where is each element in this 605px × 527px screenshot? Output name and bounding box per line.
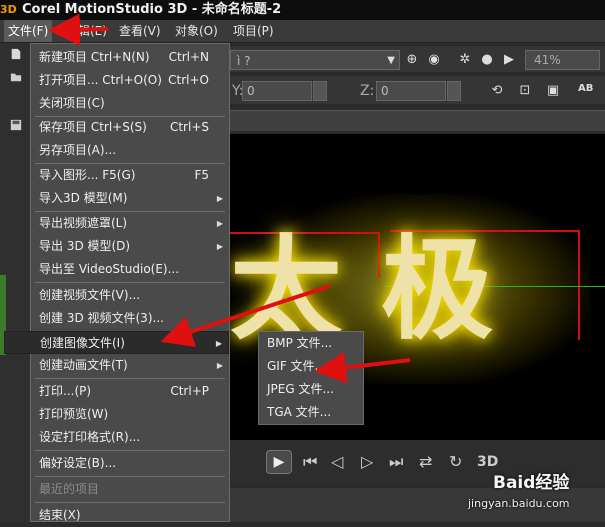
menu-item-print-preview[interactable]: 打印预览(W) <box>31 403 229 426</box>
submenu-item-tga[interactable]: TGA 文件... <box>259 401 363 424</box>
image-file-submenu: BMP 文件... GIF 文件... JPEG 文件... TGA 文件... <box>258 331 364 425</box>
text-ab-icon[interactable]: AB <box>578 82 593 96</box>
menu-bar: 文件(F) 编辑(E) 查看(V) 对象(O) 项目(P) <box>0 20 605 43</box>
submenu-arrow-icon: ▶ <box>216 219 223 228</box>
submenu-arrow-icon: ▶ <box>216 194 223 203</box>
menu-file[interactable]: 文件(F) <box>4 20 53 42</box>
menu-item-export-videostudio[interactable]: 导出至 VideoStudio(E)... <box>31 258 229 281</box>
watermark-logo: Baid经验 <box>493 473 570 493</box>
play-button[interactable]: ▶ <box>266 450 292 474</box>
eye-icon[interactable]: ◉ <box>427 53 441 67</box>
menu-item-create-3d-video-file[interactable]: 创建 3D 视频文件(3)... <box>31 307 229 330</box>
submenu-arrow-icon: ▶ <box>215 339 222 348</box>
menu-view[interactable]: 查看(V) <box>115 20 165 42</box>
menu-item-import-3d-model[interactable]: 导入3D 模型(M) ▶ <box>31 187 229 210</box>
submenu-item-gif[interactable]: GIF 文件... <box>259 355 363 378</box>
chevron-down-icon: ▼ <box>387 55 395 66</box>
menu-separator <box>35 502 225 503</box>
submenu-arrow-icon: ▶ <box>216 242 223 251</box>
menu-item-print[interactable]: 打印...(P) Ctrl+P <box>31 380 229 403</box>
y-spinner[interactable] <box>313 81 327 101</box>
light-icon[interactable]: ✲ <box>458 53 472 67</box>
menu-item-exit[interactable]: 结束(X) <box>31 504 229 527</box>
submenu-item-bmp[interactable]: BMP 文件... <box>259 332 363 355</box>
menu-item-export-3d-model[interactable]: 导出 3D 模型(D) ▶ <box>31 235 229 258</box>
submenu-arrow-icon: ▶ <box>216 361 223 370</box>
file-menu: 新建项目 Ctrl+N(N) Ctrl+N 打开项目... Ctrl+O(O) … <box>4 43 230 522</box>
menu-item-create-animation-file[interactable]: 创建动画文件(T) ▶ <box>31 354 229 377</box>
align-icon[interactable]: ⊡ <box>518 84 532 98</box>
menu-item-import-graphic[interactable]: 导入图形... F5(G) F5 <box>31 164 229 187</box>
app-logo: 3D <box>0 3 17 16</box>
window-title: Corel MotionStudio 3D - 未命名标题-2 <box>22 2 282 17</box>
left-tool-strip <box>0 43 30 522</box>
z-spinner[interactable] <box>447 81 461 101</box>
save-disk-icon <box>10 119 22 131</box>
skip-end-icon[interactable]: ⏭ <box>389 453 403 471</box>
menu-item-save-project[interactable]: 保存项目 Ctrl+S(S) Ctrl+S <box>31 116 229 139</box>
title-bar: 3D Corel MotionStudio 3D - 未命名标题-2 <box>0 0 605 20</box>
menu-separator <box>35 378 225 379</box>
menu-item-save-as[interactable]: 另存项目(A)... <box>31 139 229 162</box>
menu-separator <box>35 282 225 283</box>
menu-separator <box>35 450 225 451</box>
open-folder-icon <box>10 73 22 82</box>
object-combo[interactable]: ì ? ▼ <box>230 50 400 70</box>
viewport-tab-bar <box>230 110 605 131</box>
z-label: Z: <box>360 83 375 99</box>
repeat-icon[interactable]: ⇄ <box>419 453 432 471</box>
play-square-icon[interactable]: ▶ <box>502 53 516 67</box>
menu-item-export-video-mask[interactable]: 导出视频遮罩(L) ▶ <box>31 212 229 235</box>
menu-item-open-project[interactable]: 打开项目... Ctrl+O(O) Ctrl+O <box>31 69 229 92</box>
frame-icon[interactable]: ▣ <box>546 84 560 98</box>
menu-item-create-video-file[interactable]: 创建视频文件(V)... <box>31 284 229 307</box>
menu-edit[interactable]: 编辑(E) <box>62 20 111 42</box>
loop-icon[interactable]: ↻ <box>449 453 462 471</box>
menu-project[interactable]: 项目(P) <box>229 20 278 42</box>
zoom-field[interactable]: 41% <box>525 50 600 70</box>
menu-item-close-project[interactable]: 关闭项目(C) <box>31 92 229 115</box>
menu-separator <box>35 476 225 477</box>
y-field[interactable]: 0 <box>242 81 312 101</box>
step-back-icon[interactable]: ◁ <box>331 453 343 471</box>
new-file-icon <box>11 48 21 60</box>
globe-icon[interactable]: ⊕ <box>405 53 419 67</box>
menu-item-new-project[interactable]: 新建项目 Ctrl+N(N) Ctrl+N <box>31 46 229 69</box>
object-combo-value: ì ? <box>237 54 251 68</box>
menu-item-preferences[interactable]: 偏好设定(B)... <box>31 452 229 475</box>
menu-object[interactable]: 对象(O) <box>171 20 222 42</box>
skip-start-icon[interactable]: ⏮ <box>303 453 317 471</box>
menu-item-recent-projects: 最近的项目 <box>39 482 100 496</box>
z-field[interactable]: 0 <box>376 81 446 101</box>
menu-item-print-setup[interactable]: 设定打印格式(R)... <box>31 426 229 449</box>
link-icon[interactable]: ⟲ <box>490 84 504 98</box>
watermark-url: jingyan.baidu.com <box>468 497 570 510</box>
step-forward-icon[interactable]: ▷ <box>361 453 373 471</box>
submenu-item-jpeg[interactable]: JPEG 文件... <box>259 378 363 401</box>
menu-item-create-image-file[interactable]: 创建图像文件(I) ▶ <box>4 331 229 354</box>
sphere-icon[interactable]: ● <box>480 53 494 67</box>
